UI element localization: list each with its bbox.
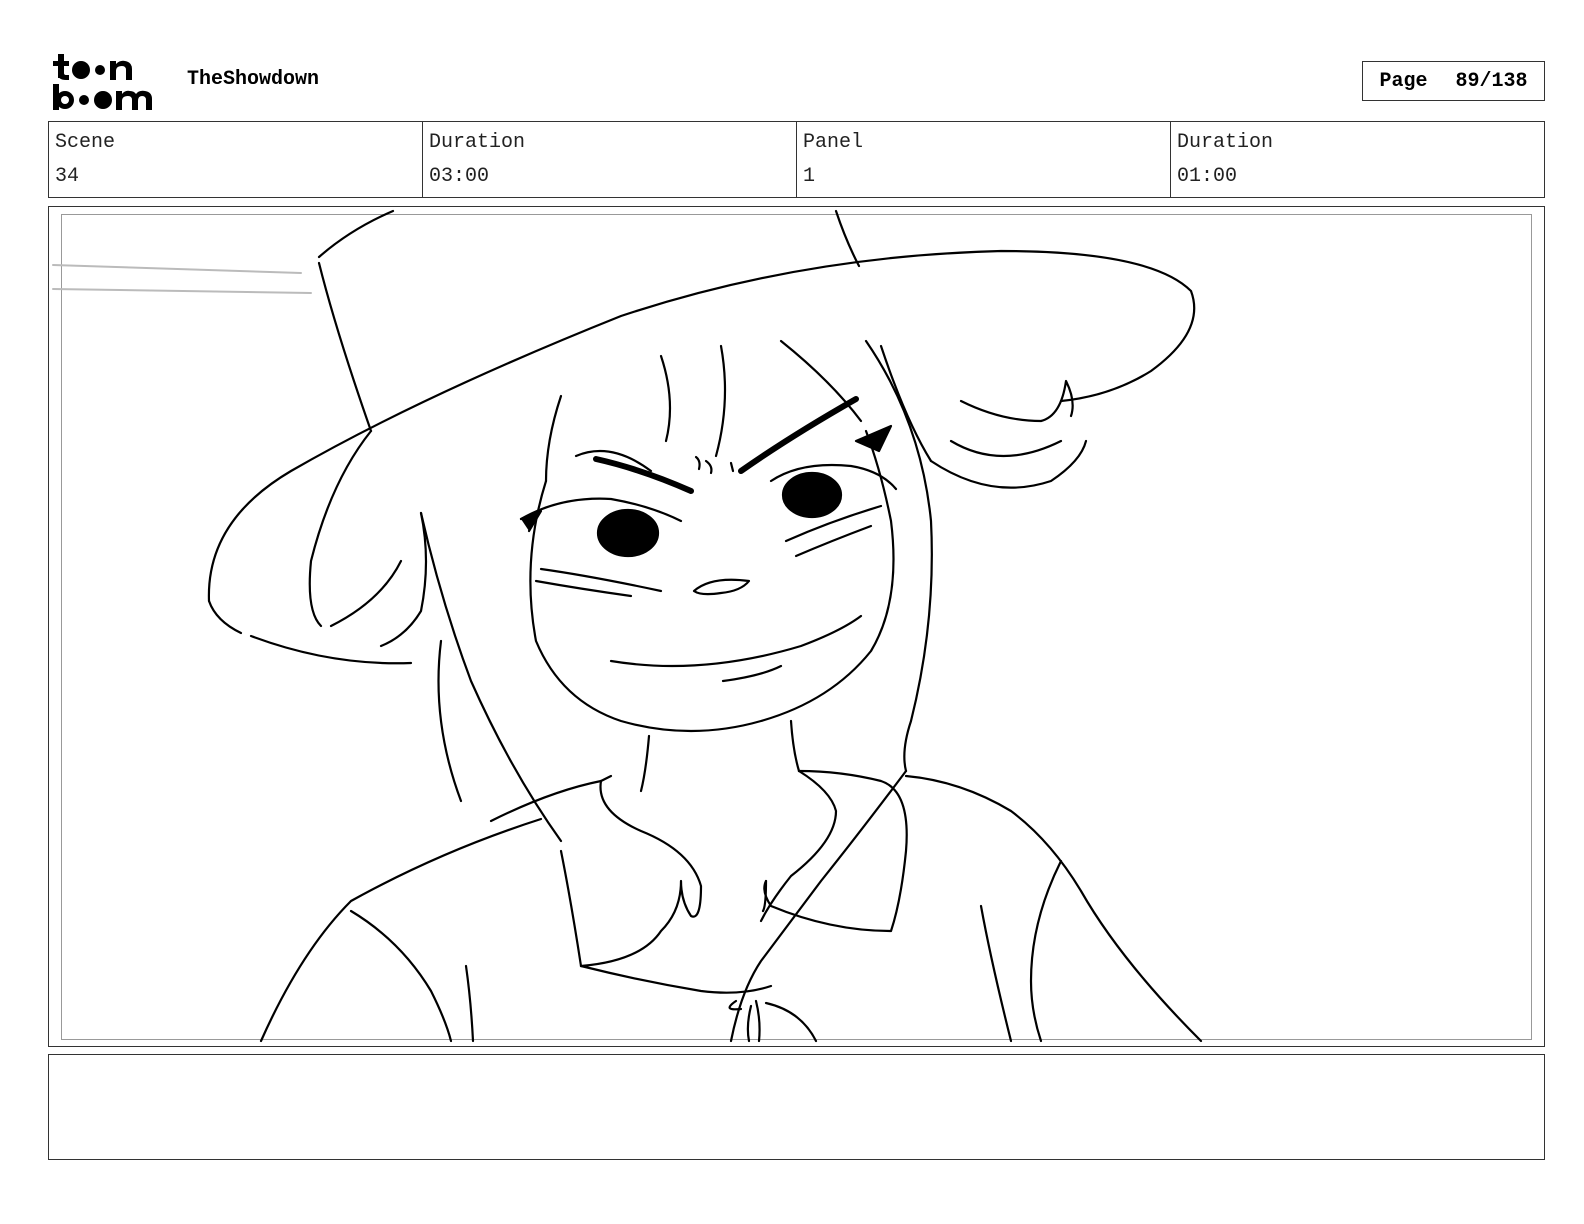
page-number: 89/138: [1455, 69, 1528, 93]
scene-value: 34: [55, 165, 80, 188]
scene-duration-cell: Duration 03:00: [423, 122, 797, 197]
toonboom-logo: [53, 54, 152, 110]
panel-duration-cell: Duration 01:00: [1171, 122, 1544, 197]
panel-notes-box: [48, 1054, 1545, 1160]
scene-duration-value: 03:00: [429, 165, 490, 188]
scene-cell: Scene 34: [49, 122, 423, 197]
scene-label: Scene: [55, 131, 116, 154]
panel-duration-label: Duration: [1177, 131, 1274, 154]
page-label: Page: [1379, 69, 1428, 93]
panel-cell: Panel 1: [797, 122, 1171, 197]
scene-info-table: Scene 34 Duration 03:00 Panel 1 Duration…: [48, 121, 1545, 198]
storyboard-panel: [48, 206, 1545, 1047]
project-title: TheShowdown: [187, 68, 320, 91]
page-indicator: Page 89/138: [1362, 61, 1545, 101]
panel-label: Panel: [803, 131, 864, 154]
panel-value: 1: [803, 165, 816, 188]
panel-duration-value: 01:00: [1177, 165, 1238, 188]
scene-duration-label: Duration: [429, 131, 526, 154]
character-sketch: [52, 209, 1203, 1043]
